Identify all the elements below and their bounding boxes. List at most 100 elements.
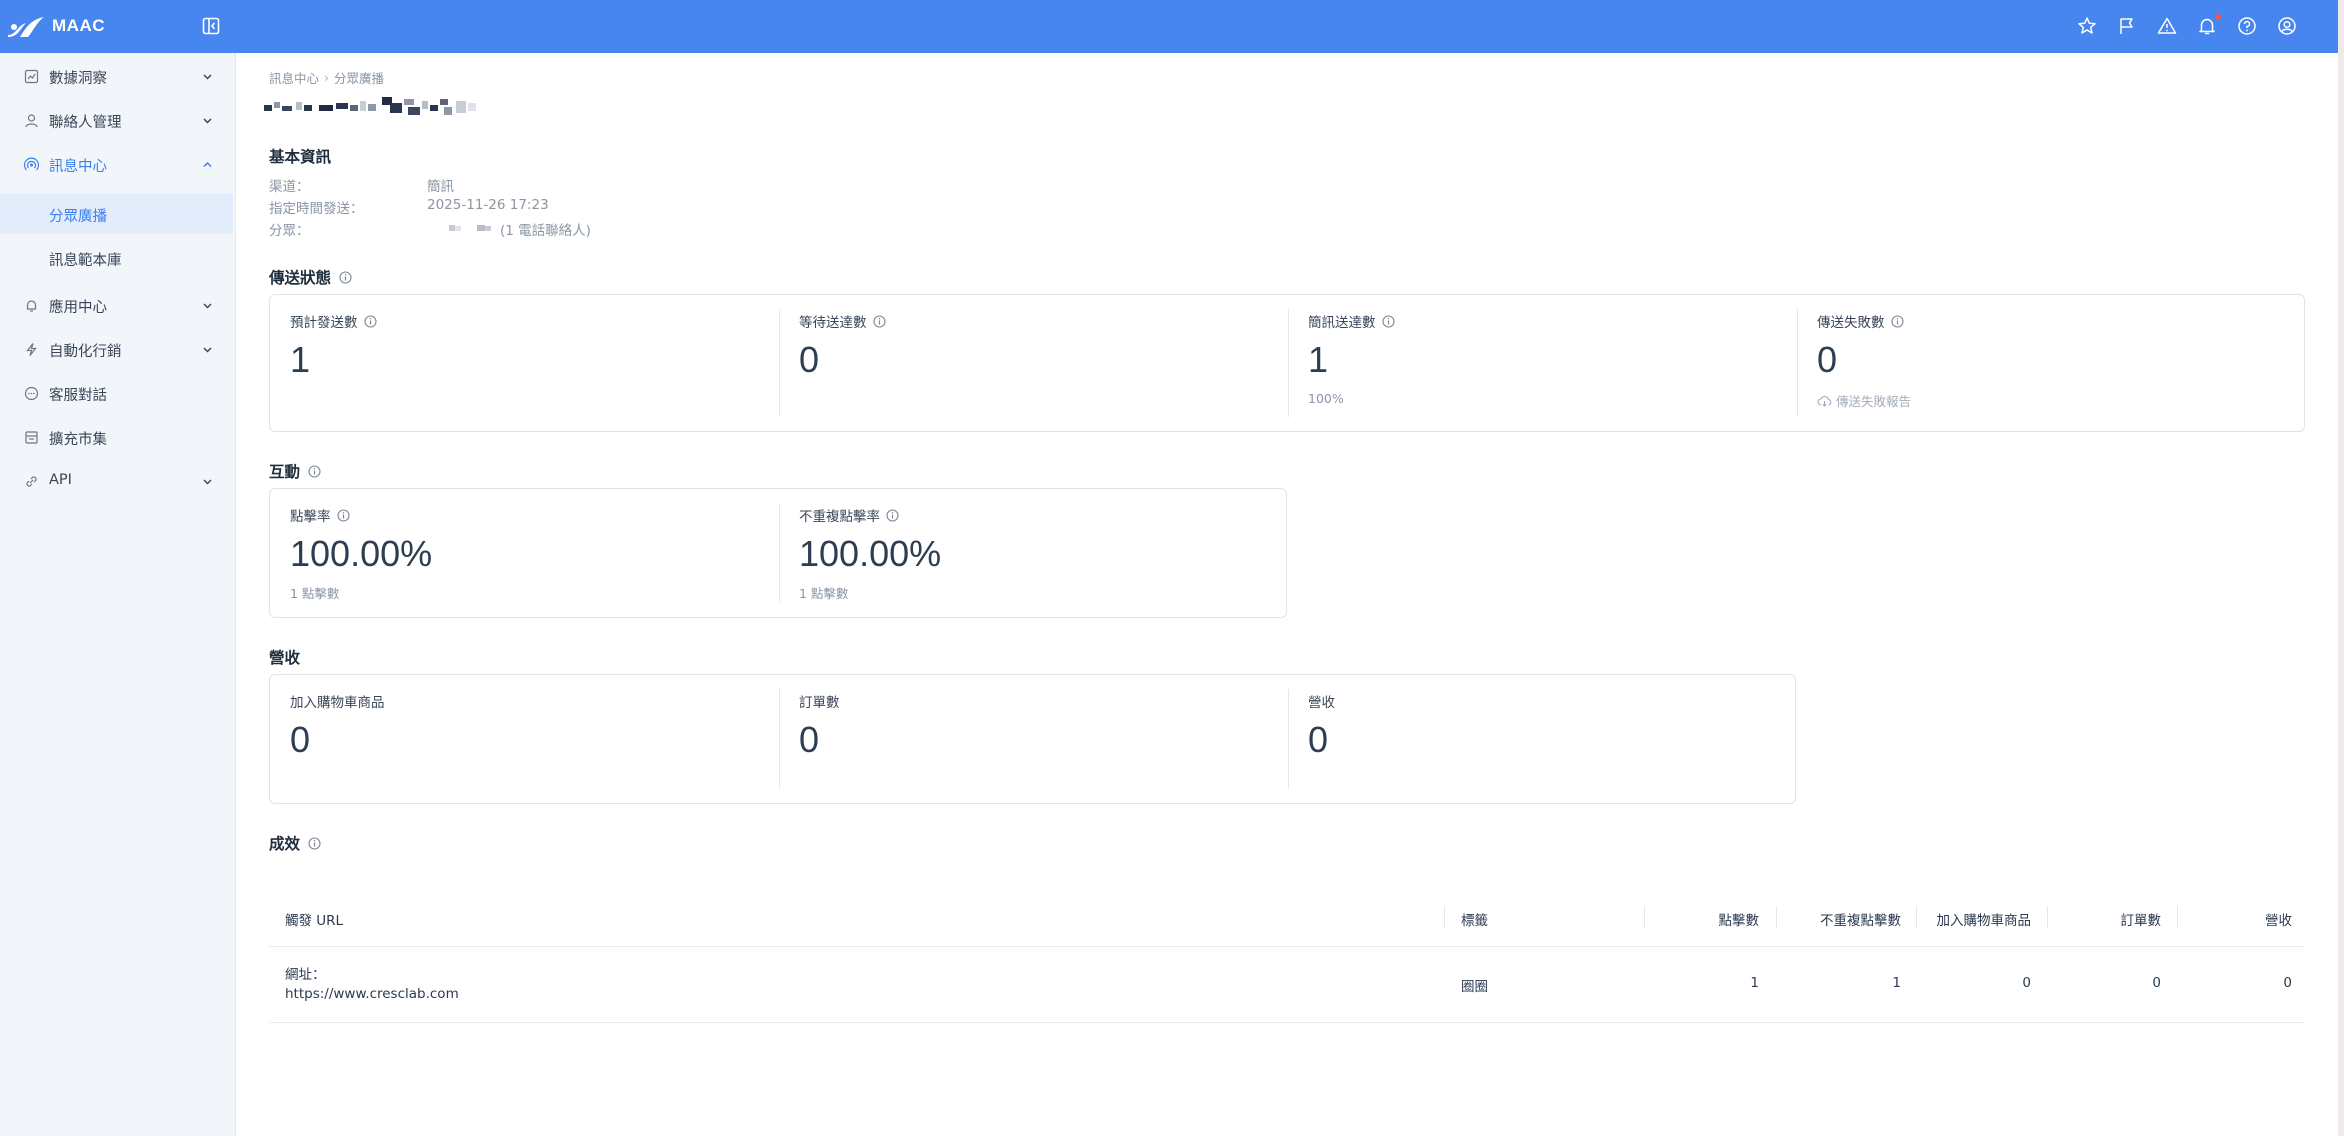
url-label: 網址： (285, 967, 326, 983)
table-header: 觸發 URL 標籤 點擊數 不重複點擊數 加入購物車商品 訂單數 營收 (269, 887, 2305, 947)
channel-label: 渠道： (269, 179, 310, 195)
revenue-title: 營收 (269, 649, 301, 667)
maac-logo-icon (8, 17, 44, 37)
clicks-value: 1 (1750, 975, 1759, 991)
performance-title: 成效 (269, 832, 321, 854)
info-icon[interactable] (308, 836, 321, 850)
chevron-down-icon (203, 118, 212, 124)
cloud-download-icon (1817, 395, 1832, 407)
chevron-down-icon (203, 74, 212, 80)
schedule-label: 指定時間發送： (269, 201, 364, 217)
unique-clicks-value: 1 (1892, 975, 1901, 991)
stat-value: 0 (1308, 719, 1329, 760)
stat-revenue: 營收 0 (1288, 675, 1797, 803)
sidebar-item-contacts[interactable]: 聯絡人管理 (0, 100, 236, 140)
help-icon[interactable] (2237, 16, 2257, 36)
chat-icon (24, 386, 39, 401)
column-header-url: 觸發 URL (285, 913, 344, 929)
warning-icon[interactable] (2157, 16, 2177, 36)
sidebar-subitem-templates[interactable]: 訊息範本庫 (0, 238, 233, 278)
info-icon[interactable] (1890, 314, 1904, 328)
stat-expected-sent: 預計發送數 1 (270, 295, 779, 431)
column-header-tag: 標籤 (1461, 913, 1488, 929)
info-icon[interactable] (1381, 314, 1395, 328)
stat-value: 0 (799, 719, 820, 760)
breadcrumb-parent-link[interactable]: 訊息中心 (269, 68, 319, 87)
column-header-revenue: 營收 (2265, 913, 2292, 929)
stat-value: 100.00% (799, 533, 942, 574)
sidebar-item-message-center[interactable]: 訊息中心 (0, 144, 236, 184)
sidebar-item-api[interactable]: API (0, 461, 236, 501)
sidebar-item-automation[interactable]: 自動化行銷 (0, 329, 236, 369)
sidebar-item-label: 數據洞察 (49, 71, 107, 87)
sidebar-subitem-label: 訊息範本庫 (49, 253, 122, 269)
segment-value: (1 電話聯絡人) (500, 223, 591, 239)
chevron-up-icon (203, 161, 212, 168)
stat-label: 傳送失敗數 (1817, 315, 1885, 331)
stat-label: 不重複點擊率 (799, 509, 880, 525)
segment-label: 分眾： (269, 223, 310, 239)
sidebar-item-label: API (49, 472, 72, 488)
info-icon[interactable] (872, 314, 886, 328)
orders-value: 0 (2152, 975, 2161, 991)
sidebar-subitem-label: 分眾廣播 (49, 209, 107, 225)
breadcrumb-separator: › (324, 70, 330, 85)
stat-pending-delivery: 等待送達數 0 (779, 295, 1288, 431)
interaction-title-text: 互動 (269, 463, 301, 481)
star-icon[interactable] (2077, 16, 2097, 36)
stat-value: 0 (1817, 339, 1838, 380)
interaction-title: 互動 (269, 460, 321, 482)
stat-label: 訂單數 (799, 695, 840, 711)
sidebar-item-label: 聯絡人管理 (49, 115, 122, 131)
sidebar-item-label: 自動化行銷 (49, 344, 122, 360)
stat-label: 加入購物車商品 (290, 695, 385, 711)
column-header-orders: 訂單數 (2120, 913, 2162, 929)
info-icon[interactable] (339, 270, 352, 284)
column-header-unique-clicks: 不重複點擊數 (1820, 913, 1901, 929)
basic-info-title: 基本資訊 (269, 148, 332, 166)
delivery-status-title-text: 傳送狀態 (269, 269, 332, 287)
chevron-down-icon (203, 347, 212, 353)
info-icon[interactable] (336, 508, 350, 522)
brand-name: MAAC (52, 16, 105, 35)
stat-sms-delivered: 簡訊送達數 1 100% (1288, 295, 1797, 431)
store-icon (25, 431, 38, 444)
failure-report-label: 傳送失敗報告 (1836, 394, 1912, 409)
chart-icon (24, 69, 39, 84)
stat-failed: 傳送失敗數 0 傳送失敗報告 (1797, 295, 2306, 431)
redacted-page-title (264, 97, 476, 115)
sidebar-item-chat[interactable]: 客服對話 (0, 373, 236, 413)
delivery-status-card: 預計發送數 1 等待送達數 0 簡訊送達數 1 100% 傳送失敗數 0 傳送失… (269, 294, 2305, 432)
info-icon[interactable] (363, 314, 377, 328)
table-row: 網址： https://www.cresclab.com 圈圈 1 1 0 0 … (269, 947, 2305, 1023)
tag-value: 圈圈 (1461, 979, 1488, 995)
stat-add-to-cart: 加入購物車商品 0 (270, 675, 779, 803)
stat-label: 等待送達數 (799, 315, 867, 331)
stat-label: 點擊率 (290, 509, 331, 525)
failure-report-link[interactable]: 傳送失敗報告 (1817, 391, 1911, 410)
stat-orders: 訂單數 0 (779, 675, 1288, 803)
sidebar-subitem-segment-broadcast[interactable]: 分眾廣播 (0, 194, 233, 234)
top-bar (236, 0, 2338, 53)
stat-label: 營收 (1308, 695, 1335, 711)
sidebar-item-insights[interactable]: 數據洞察 (0, 56, 236, 96)
column-header-clicks: 點擊數 (1718, 913, 1760, 929)
stat-delivery-rate: 100% (1308, 391, 1344, 406)
stat-value: 100.00% (290, 533, 433, 574)
bolt-icon (26, 343, 37, 356)
sidebar: MAAC 數據洞察 聯絡人管理 訊息中心 分眾廣播 訊息範本庫 應用中心 自動化… (0, 0, 236, 1136)
account-icon[interactable] (2277, 16, 2297, 36)
sidebar-item-app-center[interactable]: 應用中心 (0, 285, 236, 325)
channel-value: 簡訊 (427, 179, 454, 195)
user-icon (25, 114, 38, 128)
info-icon[interactable] (308, 464, 321, 478)
sidebar-collapse-icon[interactable] (202, 17, 220, 35)
flag-icon[interactable] (2117, 16, 2137, 36)
stat-label: 簡訊送達數 (1308, 315, 1376, 331)
column-header-add-to-cart: 加入購物車商品 (1936, 913, 2032, 929)
bell-icon[interactable] (2197, 16, 2217, 36)
redacted-segment-name (449, 225, 491, 231)
stat-value: 0 (290, 719, 311, 760)
info-icon[interactable] (886, 508, 899, 522)
sidebar-item-marketplace[interactable]: 擴充市集 (0, 417, 236, 457)
